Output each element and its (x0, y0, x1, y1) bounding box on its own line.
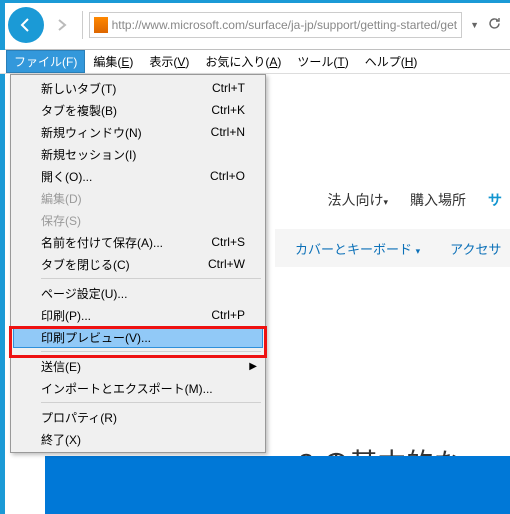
menu-item-new-session[interactable]: 新規セッション(I) (13, 143, 263, 165)
menu-item-open[interactable]: 開く(O)...Ctrl+O (13, 165, 263, 187)
menu-separator (41, 278, 261, 279)
address-bar[interactable]: http://www.microsoft.com/surface/ja-jp/s… (89, 12, 462, 38)
favicon-icon (94, 17, 108, 33)
menu-item-close-tab[interactable]: タブを閉じる(C)Ctrl+W (13, 253, 263, 275)
nav-business[interactable]: 法人向け▾ (327, 190, 388, 210)
address-url-text: http://www.microsoft.com/surface/ja-jp/s… (112, 18, 457, 32)
menu-item-properties[interactable]: プロパティ(R) (13, 406, 263, 428)
menu-bar: ファイル(F) 編集(E) 表示(V) お気に入り(A) ツール(T) ヘルプ(… (0, 50, 510, 74)
chevron-right-icon: ▶ (249, 361, 257, 372)
menu-separator (41, 351, 261, 352)
nav-accent[interactable]: サ (488, 190, 502, 210)
menu-item-print[interactable]: 印刷(P)...Ctrl+P (13, 304, 263, 326)
menu-item-save: 保存(S) (13, 209, 263, 231)
menu-favorites[interactable]: お気に入り(A) (197, 50, 289, 73)
menu-item-print-preview[interactable]: 印刷プレビュー(V)... (13, 326, 263, 348)
menu-item-new-window[interactable]: 新規ウィンドウ(N)Ctrl+N (13, 121, 263, 143)
menu-help[interactable]: ヘルプ(H) (357, 50, 426, 73)
menu-item-edit: 編集(D) (13, 187, 263, 209)
refresh-button[interactable] (487, 16, 502, 34)
menu-edit[interactable]: 編集(E) (85, 50, 141, 73)
page-sub-nav: カバーとキーボード ▾ アクセサ (275, 229, 510, 267)
forward-button[interactable] (48, 11, 76, 39)
menu-tools[interactable]: ツール(T) (289, 50, 356, 73)
menu-item-new-tab[interactable]: 新しいタブ(T)Ctrl+T (13, 77, 263, 99)
menu-separator (41, 402, 261, 403)
arrow-left-icon (17, 16, 35, 34)
file-menu-dropdown: 新しいタブ(T)Ctrl+T タブを複製(B)Ctrl+K 新規ウィンドウ(N)… (10, 74, 266, 453)
dropdown-icon[interactable]: ▼ (470, 20, 479, 30)
page-blue-band (45, 456, 510, 514)
menu-item-send[interactable]: 送信(E)▶ (13, 355, 263, 377)
back-button[interactable] (8, 7, 44, 43)
menu-view[interactable]: 表示(V) (141, 50, 197, 73)
menu-item-duplicate-tab[interactable]: タブを複製(B)Ctrl+K (13, 99, 263, 121)
menu-item-page-setup[interactable]: ページ設定(U)... (13, 282, 263, 304)
subnav-cover-keyboard[interactable]: カバーとキーボード ▾ (295, 239, 420, 258)
menu-file[interactable]: ファイル(F) (6, 50, 85, 73)
arrow-right-icon (55, 18, 69, 32)
menu-item-save-as[interactable]: 名前を付けて保存(A)...Ctrl+S (13, 231, 263, 253)
menu-item-import-export[interactable]: インポートとエクスポート(M)... (13, 377, 263, 399)
menu-item-exit[interactable]: 終了(X) (13, 428, 263, 450)
browser-titlebar: http://www.microsoft.com/surface/ja-jp/s… (0, 0, 510, 50)
nav-where-to-buy[interactable]: 購入場所 (410, 190, 466, 210)
page-top-nav: 法人向け▾ 購入場所 サ (327, 190, 510, 210)
subnav-accessories[interactable]: アクセサ (450, 239, 501, 258)
refresh-icon (487, 16, 502, 31)
